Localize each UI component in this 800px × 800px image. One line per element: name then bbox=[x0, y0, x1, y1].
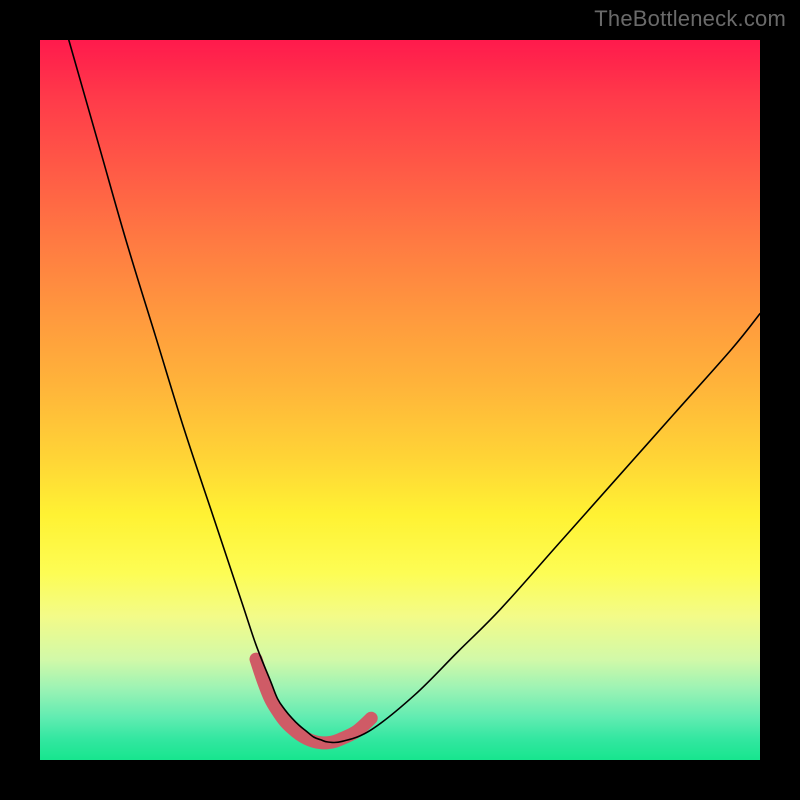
plot-area bbox=[40, 40, 760, 760]
bottleneck-curve-series bbox=[69, 40, 760, 743]
curve-svg bbox=[40, 40, 760, 760]
watermark-text: TheBottleneck.com bbox=[594, 6, 786, 32]
chart-stage: TheBottleneck.com bbox=[0, 0, 800, 800]
valley-accent-series bbox=[256, 659, 371, 743]
